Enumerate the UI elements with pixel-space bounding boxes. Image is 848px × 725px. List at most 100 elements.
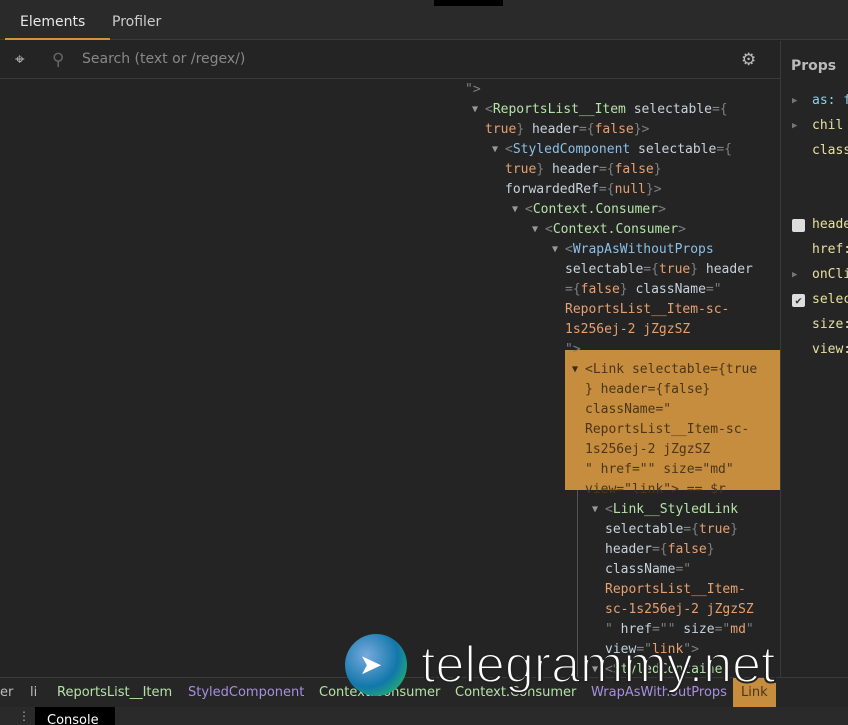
token-p: =" xyxy=(705,282,722,297)
tree-line[interactable]: ReportsList__Item-sc- xyxy=(585,420,749,440)
prop-row: href: xyxy=(812,242,848,257)
tree-line[interactable]: selectable={true} xyxy=(605,520,738,540)
selected-node[interactable]: ▼ <Link selectable={true } header={false} c… xyxy=(565,350,780,497)
token-p: < xyxy=(545,222,553,237)
tree-line[interactable]: sc-1s256ej-2 jZgzSZ xyxy=(605,600,754,620)
tree-line[interactable]: true} header={false} xyxy=(505,160,662,180)
tree-line[interactable]: " href="" size="md" xyxy=(585,460,734,480)
token-attr: selectable xyxy=(565,262,644,277)
tree-line[interactable]: ReportsList__Item-sc- xyxy=(565,300,729,320)
token-p: } xyxy=(706,542,715,557)
devtools-tabs: Elements Profiler xyxy=(0,0,848,40)
token-val: true xyxy=(505,162,537,177)
search-input[interactable]: Search (text or /regex/) xyxy=(82,51,245,67)
tree-line[interactable]: <Link selectable={true xyxy=(585,360,757,380)
telegram-logo-icon: ➤ xyxy=(345,634,407,696)
expand-arrow-icon[interactable]: ▶ xyxy=(792,96,797,106)
target-icon[interactable]: ⌖ xyxy=(15,50,25,70)
search-bar: ⌖ ⚲ Search (text or /regex/) ⚙ xyxy=(0,41,780,79)
token-p: ={ xyxy=(651,542,668,557)
token-p: < xyxy=(485,102,493,117)
breadcrumb-item[interactable]: StyledComponent xyxy=(180,678,312,708)
expand-arrow-icon[interactable]: ▼ xyxy=(552,244,558,255)
prop-row: view: xyxy=(812,342,848,357)
tree-line[interactable]: 1s256ej-2 jZgzSZ xyxy=(565,320,690,340)
tab-profiler[interactable]: Profiler xyxy=(112,0,161,40)
token-p: ReportsList__Item-sc- xyxy=(585,422,750,437)
expand-arrow-icon[interactable]: ▼ xyxy=(472,104,478,115)
expand-arrow-icon[interactable]: ▶ xyxy=(792,121,797,131)
breadcrumb-item[interactable]: er xyxy=(0,678,21,708)
tree-line[interactable]: <ReportsList__Item selectable={ xyxy=(485,100,728,120)
expand-arrow-icon[interactable]: ▼ xyxy=(572,364,578,375)
token-p: ={ xyxy=(711,102,728,117)
token-p: } xyxy=(536,162,545,177)
window-notch xyxy=(434,0,503,6)
token-p: } header={false} xyxy=(585,382,711,397)
tree-line[interactable]: true} header={false}> xyxy=(485,120,649,140)
token-p: } xyxy=(516,122,525,137)
expand-arrow-icon[interactable]: ▼ xyxy=(532,224,538,235)
token-p: } xyxy=(619,282,628,297)
tree-line[interactable]: ={false} className=" xyxy=(565,280,722,300)
token-attr: selectable xyxy=(625,102,712,117)
tree-line[interactable]: 1s256ej-2 jZgzSZ xyxy=(585,440,710,460)
tree-line[interactable]: <StyledComponent selectable={ xyxy=(505,140,732,160)
tree-line[interactable]: view="link"> == $r xyxy=(585,480,726,500)
token-attr: forwardedRef xyxy=(505,182,599,197)
token-p: } xyxy=(730,522,739,537)
console-drawer: ⋮ Console xyxy=(0,707,848,725)
token-p: < xyxy=(565,242,573,257)
tree-line[interactable]: <Link__StyledLink xyxy=(605,500,738,520)
breadcrumb-item[interactable]: li xyxy=(22,678,45,708)
token-tag: Context.Consumer xyxy=(532,202,659,217)
token-p: ={ xyxy=(643,262,659,277)
tree-line[interactable]: "> xyxy=(465,80,481,100)
tab-console[interactable]: Console xyxy=(35,707,115,725)
checkbox-icon[interactable] xyxy=(792,219,805,232)
expand-arrow-icon[interactable]: ▼ xyxy=(592,504,598,515)
gear-icon[interactable]: ⚙ xyxy=(741,50,756,70)
token-attr: header xyxy=(524,122,579,137)
token-tag: ReportsList__Item xyxy=(492,102,626,117)
tree-line[interactable]: header={false} xyxy=(605,540,715,560)
expand-arrow-icon[interactable]: ▶ xyxy=(792,270,797,280)
token-tag: Link__StyledLink xyxy=(612,502,739,517)
tree-line[interactable]: } header={false} xyxy=(585,380,710,400)
search-icon: ⚲ xyxy=(52,50,65,70)
tree-line[interactable]: ReportsList__Item- xyxy=(605,580,746,600)
token-p: > xyxy=(678,222,686,237)
token-val: true xyxy=(658,262,691,277)
tree-line[interactable]: className=" xyxy=(585,400,671,420)
watermark: ➤ telegrammy.net xyxy=(345,632,777,698)
breadcrumb-item[interactable]: ReportsList__Item xyxy=(49,678,180,708)
expand-arrow-icon[interactable]: ▼ xyxy=(492,144,498,155)
token-p: ={ xyxy=(598,182,615,197)
tree-line[interactable]: <WrapAsWithoutProps xyxy=(565,240,714,260)
tab-elements[interactable]: Elements xyxy=(20,0,85,40)
tree-line[interactable]: <Context.Consumer> xyxy=(545,220,686,240)
component-tree: ▼ <Link selectable={true} header={false} c… xyxy=(0,79,780,677)
checkbox-checked-icon[interactable]: ✔ xyxy=(792,294,805,307)
tree-line[interactable]: "> xyxy=(565,340,581,360)
tree-line[interactable]: forwardedRef={null}> xyxy=(505,180,662,200)
prop-row: size: xyxy=(812,317,848,332)
token-p: className=" xyxy=(585,402,672,417)
tree-line[interactable]: <Context.Consumer> xyxy=(525,200,666,220)
token-val: null xyxy=(614,182,646,197)
kebab-icon[interactable]: ⋮ xyxy=(18,709,30,723)
token-tag: Context.Consumer xyxy=(552,222,679,237)
tree-line[interactable]: selectable={true} header xyxy=(565,260,753,280)
token-p: } xyxy=(690,262,699,277)
expand-arrow-icon[interactable]: ▼ xyxy=(512,204,518,215)
token-attr: header xyxy=(605,542,652,557)
active-tab-indicator xyxy=(5,38,110,40)
token-attr: header xyxy=(544,162,599,177)
token-val: ReportsList__Item- xyxy=(605,582,746,597)
token-p: > xyxy=(658,202,666,217)
tree-line[interactable]: className=" xyxy=(605,560,691,580)
token-p: < xyxy=(605,502,613,517)
token-p: 1s256ej-2 jZgzSZ xyxy=(585,442,711,457)
token-p: ={ xyxy=(716,142,732,157)
token-p: "> xyxy=(465,82,481,97)
